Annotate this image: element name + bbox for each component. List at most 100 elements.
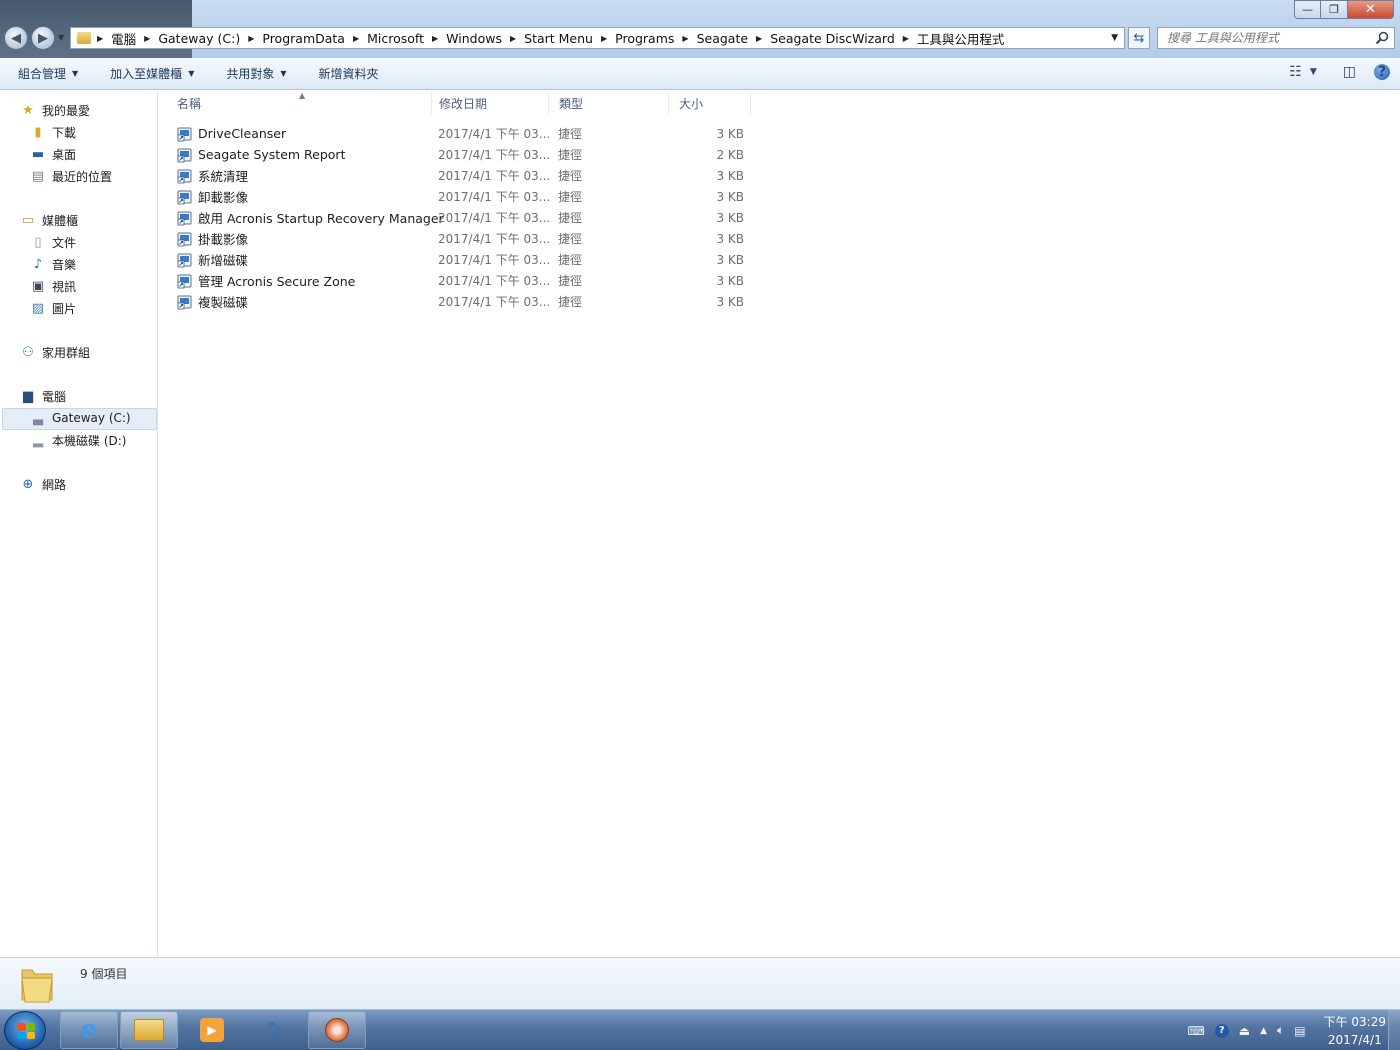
help-tray-icon[interactable]: ? xyxy=(1214,1023,1229,1038)
file-name-cell[interactable]: 系統清理 xyxy=(177,165,248,186)
taskbar-internet-explorer[interactable]: e xyxy=(60,1011,118,1049)
file-name-cell[interactable]: Seagate System Report xyxy=(177,144,345,165)
preview-pane-icon[interactable]: ◫ xyxy=(1343,64,1356,80)
nav-drive-c[interactable]: ▃ Gateway (C:) xyxy=(30,410,131,426)
file-name-cell[interactable]: 新增磁碟 xyxy=(177,249,248,270)
taskbar-media-player[interactable]: ▶ xyxy=(183,1011,241,1049)
table-row[interactable]: 掛載影像 2017/4/1 下午 03... 捷徑 3 KB xyxy=(159,228,759,249)
back-button[interactable]: ◀ xyxy=(4,26,28,50)
recent-places-icon: ▤ xyxy=(31,169,45,184)
taskbar-discwizard[interactable] xyxy=(308,1011,366,1049)
caret-down-icon: ▼ xyxy=(188,69,195,78)
table-row[interactable]: 系統清理 2017/4/1 下午 03... 捷徑 3 KB xyxy=(159,165,759,186)
column-header-date[interactable]: 修改日期 xyxy=(429,91,549,115)
share-with-menu[interactable]: 共用對象 ▼ xyxy=(226,65,286,82)
address-bar[interactable]: ▶ 電腦 ▶ Gateway (C:) ▶ ProgramData ▶ Micr… xyxy=(70,27,1125,49)
forward-button[interactable]: ▶ xyxy=(31,26,55,50)
recent-pages-dropdown-icon[interactable]: ▼ xyxy=(58,33,64,42)
table-row[interactable]: DriveCleanser 2017/4/1 下午 03... 捷徑 3 KB xyxy=(159,123,759,144)
file-name-cell[interactable]: 複製磁碟 xyxy=(177,291,248,312)
file-name-cell[interactable]: 卸載影像 xyxy=(177,186,248,207)
refresh-button[interactable]: ⇆ xyxy=(1128,27,1150,49)
address-dropdown-icon[interactable]: ▼ xyxy=(1111,33,1118,43)
taskbar-paint[interactable]: ✎ xyxy=(246,1011,304,1049)
file-type: 捷徑 xyxy=(558,232,583,246)
file-name-cell[interactable]: 掛載影像 xyxy=(177,228,248,249)
homegroup-icon: ⚇ xyxy=(22,345,34,360)
table-row[interactable]: Seagate System Report 2017/4/1 下午 03... 捷徑… xyxy=(159,144,759,165)
breadcrumb-item[interactable]: Windows xyxy=(446,31,502,46)
breadcrumb-item[interactable]: Microsoft xyxy=(367,31,424,46)
system-tray: ⌨ ? ⏏ ▲ 🔈︎ ▤ 下午 03:29 2017/4/1 xyxy=(1177,1010,1386,1050)
search-box[interactable] xyxy=(1157,27,1395,49)
organize-menu[interactable]: 組合管理 ▼ xyxy=(18,65,78,82)
nav-pictures[interactable]: ▨ 圖片 xyxy=(30,300,76,317)
show-desktop-button[interactable] xyxy=(1388,1010,1400,1050)
volume-icon[interactable]: 🔈︎ xyxy=(1277,1023,1284,1038)
chevron-right-icon[interactable]: ▶ xyxy=(601,34,607,43)
table-row[interactable]: 管理 Acronis Secure Zone 2017/4/1 下午 03... 捷… xyxy=(159,270,759,291)
pictures-icon: ▨ xyxy=(31,301,45,316)
network-tray-icon[interactable]: ▤ xyxy=(1294,1024,1305,1038)
table-row[interactable]: 複製磁碟 2017/4/1 下午 03... 捷徑 3 KB xyxy=(159,291,759,312)
shortcut-icon xyxy=(177,295,192,309)
file-name-cell[interactable]: DriveCleanser xyxy=(177,123,286,144)
minimize-button[interactable]: — xyxy=(1294,0,1321,19)
breadcrumb-item[interactable]: Gateway (C:) xyxy=(158,31,240,46)
close-button[interactable]: ✕ xyxy=(1348,0,1394,19)
column-header-type[interactable]: 類型 xyxy=(549,91,669,115)
nav-drive-d[interactable]: ▂ 本機磁碟 (D:) xyxy=(30,432,126,449)
breadcrumb-item[interactable]: Start Menu xyxy=(524,31,593,46)
column-header-size[interactable]: 大小 xyxy=(669,91,751,115)
keyboard-icon[interactable]: ⌨ xyxy=(1187,1024,1204,1038)
file-name-cell[interactable]: 管理 Acronis Secure Zone xyxy=(177,270,355,291)
view-options-icon[interactable]: ☷ xyxy=(1289,64,1302,80)
new-folder-button[interactable]: 新增資料夾 xyxy=(319,65,379,82)
media-player-icon: ▶ xyxy=(200,1018,224,1042)
usb-icon[interactable]: ⏏ xyxy=(1239,1024,1250,1038)
nav-favorites[interactable]: ★ 我的最愛 xyxy=(20,102,90,119)
taskbar-windows-explorer[interactable] xyxy=(120,1011,178,1049)
breadcrumb-item[interactable]: 工具與公用程式 xyxy=(917,29,1005,48)
table-row[interactable]: 新增磁碟 2017/4/1 下午 03... 捷徑 3 KB xyxy=(159,249,759,270)
nav-recent-places[interactable]: ▤ 最近的位置 xyxy=(30,168,112,185)
file-name-cell[interactable]: 啟用 Acronis Startup Recovery Manager xyxy=(177,207,444,228)
start-button[interactable] xyxy=(4,1011,46,1050)
table-row[interactable]: 啟用 Acronis Startup Recovery Manager 2017/… xyxy=(159,207,759,228)
breadcrumb-item[interactable]: Programs xyxy=(615,31,674,46)
nav-libraries[interactable]: ▭ 媒體櫃 xyxy=(20,212,78,229)
nav-label: 圖片 xyxy=(52,302,77,316)
breadcrumb-item[interactable]: Seagate xyxy=(697,31,748,46)
search-icon[interactable] xyxy=(1375,31,1389,45)
view-dropdown-icon[interactable]: ▼ xyxy=(1310,67,1317,77)
help-icon[interactable]: ? xyxy=(1374,64,1390,80)
nav-videos[interactable]: ▣ 視訊 xyxy=(30,278,76,295)
chevron-right-icon[interactable]: ▶ xyxy=(248,34,254,43)
chevron-right-icon[interactable]: ▶ xyxy=(903,34,909,43)
nav-desktop[interactable]: ▬ 桌面 xyxy=(30,146,76,163)
nav-computer[interactable]: ▆ 電腦 xyxy=(20,388,66,405)
show-hidden-icons[interactable]: ▲ xyxy=(1260,1026,1267,1036)
chevron-right-icon[interactable]: ▶ xyxy=(144,34,150,43)
chevron-right-icon[interactable]: ▶ xyxy=(432,34,438,43)
chevron-right-icon[interactable]: ▶ xyxy=(510,34,516,43)
search-input[interactable] xyxy=(1167,31,1367,45)
nav-homegroup[interactable]: ⚇ 家用群組 xyxy=(20,344,90,361)
chevron-right-icon[interactable]: ▶ xyxy=(682,34,688,43)
nav-documents[interactable]: ▯ 文件 xyxy=(30,234,76,251)
breadcrumb-item[interactable]: Seagate DiscWizard xyxy=(770,31,895,46)
nav-network[interactable]: ⊕ 網路 xyxy=(20,476,66,493)
nav-downloads[interactable]: ▮ 下載 xyxy=(30,124,76,141)
clock[interactable]: 下午 03:29 2017/4/1 xyxy=(1324,1013,1386,1049)
include-in-library-menu[interactable]: 加入至媒體櫃 ▼ xyxy=(110,65,194,82)
nav-music[interactable]: ♪ 音樂 xyxy=(30,256,76,273)
file-size: 2 KB xyxy=(716,147,744,162)
maximize-button[interactable]: ❐ xyxy=(1321,0,1348,19)
chevron-right-icon[interactable]: ▶ xyxy=(97,34,103,43)
breadcrumb-item[interactable]: 電腦 xyxy=(111,29,136,48)
chevron-right-icon[interactable]: ▶ xyxy=(353,34,359,43)
chevron-right-icon[interactable]: ▶ xyxy=(756,34,762,43)
table-row[interactable]: 卸載影像 2017/4/1 下午 03... 捷徑 3 KB xyxy=(159,186,759,207)
explorer-folder-icon xyxy=(134,1019,164,1041)
breadcrumb-item[interactable]: ProgramData xyxy=(262,31,345,46)
